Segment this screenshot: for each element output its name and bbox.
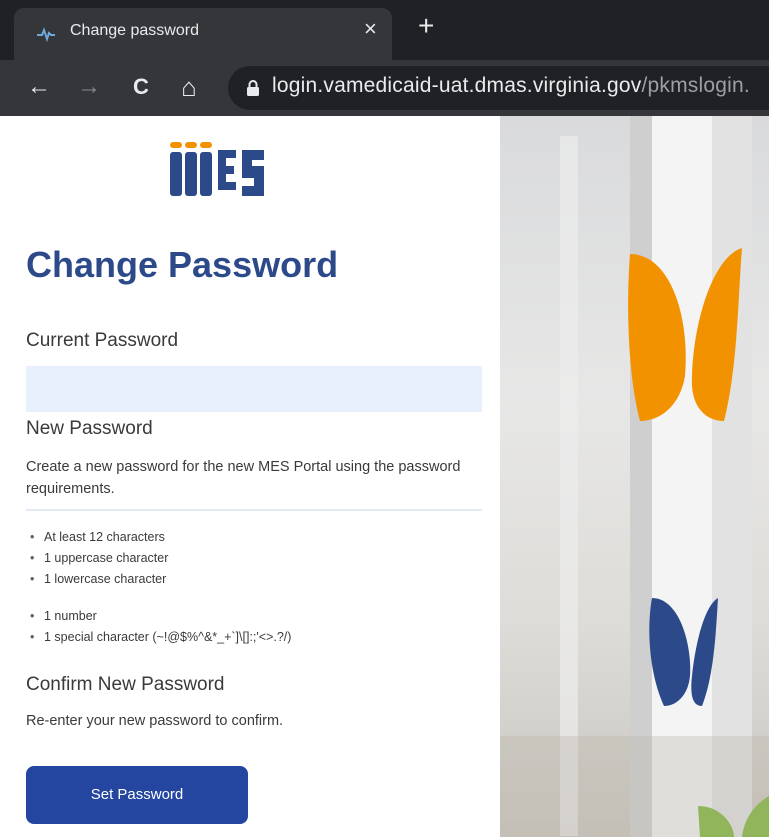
requirement-item: 1 number [30,606,291,627]
requirement-item: At least 12 characters [30,527,168,548]
change-password-panel: Change Password Current Password New Pas… [0,116,500,837]
hero-illustration [500,116,769,837]
new-password-field-line[interactable] [26,509,482,511]
requirement-item: 1 uppercase character [30,548,168,569]
close-tab-icon[interactable]: × [364,18,377,40]
hero-image [500,116,769,837]
mes-logo [170,142,264,196]
home-icon[interactable]: ⌂ [172,70,206,104]
tab-title: Change password [70,22,199,39]
reload-icon[interactable]: C [124,70,158,104]
browser-tab-strip: Change password × + [0,0,769,60]
url-path: /pkmslogin. [641,74,750,97]
password-requirements-list: 1 number 1 special character (~!@$%^&*_+… [30,606,291,648]
url-host: login.vamedicaid-uat.dmas.virginia.gov [272,74,642,97]
address-bar[interactable]: login.vamedicaid-uat.dmas.virginia.gov/p… [228,66,769,110]
forward-arrow-icon[interactable]: → [72,70,106,104]
new-tab-button[interactable]: + [418,12,434,40]
confirm-password-help: Re-enter your new password to confirm. [26,713,284,729]
lock-icon[interactable] [246,80,260,96]
browser-toolbar: ← → C ⌂ login.vamedicaid-uat.dmas.virgin… [0,60,769,116]
page-title: Change Password [26,244,339,285]
current-password-input[interactable] [26,366,482,412]
confirm-password-label: Confirm New Password [26,674,225,695]
requirement-item: 1 lowercase character [30,569,168,590]
password-requirements-list: At least 12 characters 1 uppercase chara… [30,527,168,590]
new-password-help: Create a new password for the new MES Po… [26,459,461,497]
url-text: login.vamedicaid-uat.dmas.virginia.gov/p… [272,74,750,98]
current-password-label: Current Password [26,330,179,351]
back-arrow-icon[interactable]: ← [22,70,56,104]
requirement-item: 1 special character (~!@$%^&*_+`]\[]:;'<… [30,627,291,648]
page-content: Change Password Current Password New Pas… [0,116,769,837]
set-password-button[interactable]: Set Password [26,766,248,824]
browser-tab[interactable]: Change password × [14,8,392,60]
new-password-label: New Password [26,418,153,439]
pulse-icon [37,27,55,42]
